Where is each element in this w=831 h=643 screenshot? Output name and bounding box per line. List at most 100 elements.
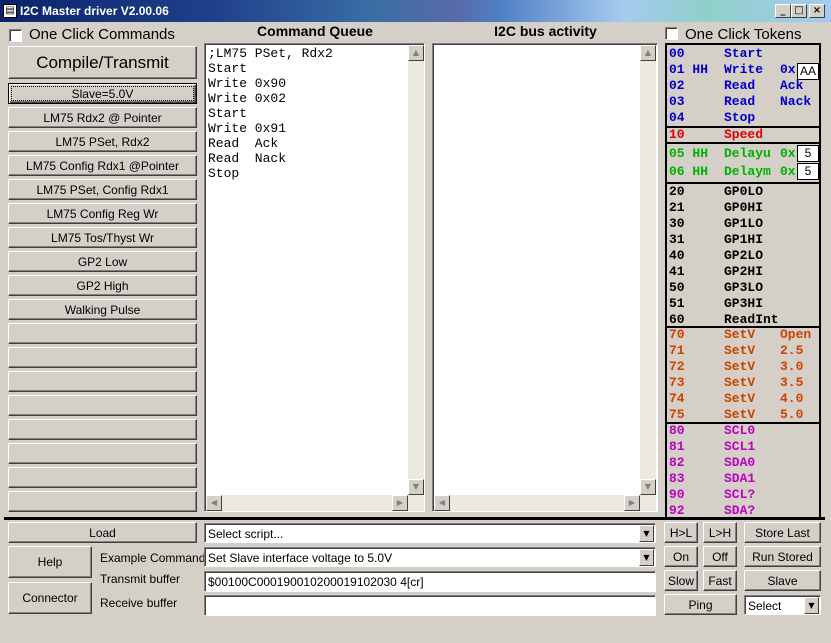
token-text[interactable]: GP3HI — [724, 296, 763, 312]
token-text[interactable]: SetV — [724, 343, 755, 359]
command-button[interactable]: Walking Pulse — [8, 299, 197, 320]
token-text[interactable]: 5.0 — [780, 407, 803, 423]
token-text[interactable]: 04 — [669, 110, 685, 126]
token-text[interactable]: 0x — [780, 62, 796, 78]
token-text[interactable]: SetV — [724, 359, 755, 375]
scroll-right-icon[interactable]: ▶ — [624, 495, 640, 511]
delay-value-input[interactable]: 5 — [797, 145, 819, 162]
token-text[interactable]: Nack — [780, 94, 811, 110]
token-text[interactable]: 83 — [669, 471, 685, 487]
token-text[interactable]: 03 — [669, 94, 685, 110]
command-button[interactable]: Slave=5.0V — [8, 83, 197, 104]
command-button[interactable]: LM75 Tos/Thyst Wr — [8, 227, 197, 248]
command-button[interactable]: LM75 PSet, Rdx2 — [8, 131, 197, 152]
token-text[interactable]: 3.0 — [780, 359, 803, 375]
token-text[interactable]: 21 — [669, 200, 685, 216]
token-text[interactable]: GP3LO — [724, 280, 763, 296]
chevron-down-icon[interactable]: ▼ — [639, 525, 654, 542]
token-text[interactable]: 82 — [669, 455, 685, 471]
token-text[interactable]: 30 — [669, 216, 685, 232]
token-text[interactable]: 50 — [669, 280, 685, 296]
token-text[interactable]: SetV — [724, 375, 755, 391]
token-text[interactable]: 05 HH — [669, 146, 708, 162]
close-button[interactable]: × — [809, 4, 825, 18]
token-text[interactable]: GP2LO — [724, 248, 763, 264]
token-text[interactable]: Delaym — [724, 164, 771, 180]
token-text[interactable]: 4.0 — [780, 391, 803, 407]
command-button[interactable] — [8, 443, 197, 464]
bus-vscrollbar[interactable]: ▲ ▼ — [640, 45, 656, 495]
token-text[interactable]: SCL0 — [724, 423, 755, 439]
command-button[interactable]: LM75 Config Reg Wr — [8, 203, 197, 224]
token-text[interactable]: 2.5 — [780, 343, 803, 359]
minimize-button[interactable]: _ — [775, 4, 791, 18]
script-select[interactable]: Select script... ▼ — [204, 523, 656, 543]
token-text[interactable]: Read — [724, 94, 755, 110]
token-text[interactable]: 00 — [669, 46, 685, 62]
app-icon[interactable]: ▤ — [3, 4, 17, 18]
select-dropdown[interactable]: Select ▼ — [744, 595, 821, 615]
token-text[interactable]: SetV — [724, 327, 755, 343]
command-button[interactable] — [8, 491, 197, 512]
token-text[interactable]: Ack — [780, 78, 803, 94]
connector-button[interactable]: Connector — [8, 582, 92, 614]
token-text[interactable]: 40 — [669, 248, 685, 264]
token-text[interactable]: 0x — [780, 146, 796, 162]
maximize-button[interactable]: □ — [791, 4, 807, 18]
command-button[interactable] — [8, 395, 197, 416]
command-button[interactable]: GP2 Low — [8, 251, 197, 272]
token-text[interactable]: 31 — [669, 232, 685, 248]
token-text[interactable]: 81 — [669, 439, 685, 455]
token-text[interactable]: GP1LO — [724, 216, 763, 232]
l-to-h-button[interactable]: L>H — [703, 522, 737, 543]
token-text[interactable]: 0x — [780, 164, 796, 180]
token-text[interactable]: SCL? — [724, 487, 755, 503]
token-text[interactable]: SCL1 — [724, 439, 755, 455]
token-text[interactable]: SetV — [724, 407, 755, 423]
token-text[interactable]: 90 — [669, 487, 685, 503]
token-text[interactable]: Write — [724, 62, 763, 78]
slow-button[interactable]: Slow — [664, 570, 698, 591]
token-text[interactable]: Speed — [724, 127, 763, 143]
compile-transmit-button[interactable]: Compile/Transmit — [8, 46, 197, 79]
token-text[interactable]: Delayu — [724, 146, 771, 162]
transmit-buffer-input[interactable]: $00100C000190010200019102030 4[cr] — [204, 571, 656, 592]
token-text[interactable]: 51 — [669, 296, 685, 312]
token-text[interactable]: Start — [724, 46, 763, 62]
command-button[interactable]: GP2 High — [8, 275, 197, 296]
token-text[interactable]: Read — [724, 78, 755, 94]
token-text[interactable]: GP1HI — [724, 232, 763, 248]
token-text[interactable]: 80 — [669, 423, 685, 439]
token-text[interactable]: 02 — [669, 78, 685, 94]
chevron-down-icon[interactable]: ▼ — [639, 549, 654, 566]
token-text[interactable]: GP0LO — [724, 184, 763, 200]
token-text[interactable]: 10 — [669, 127, 685, 143]
token-text[interactable]: 60 — [669, 312, 685, 328]
command-button[interactable]: LM75 PSet, Config Rdx1 — [8, 179, 197, 200]
token-text[interactable]: 71 — [669, 343, 685, 359]
scroll-up-icon[interactable]: ▲ — [640, 45, 656, 61]
one-click-tokens-checkbox[interactable] — [665, 27, 678, 40]
help-button[interactable]: Help — [8, 546, 92, 578]
chevron-down-icon[interactable]: ▼ — [804, 597, 819, 614]
token-text[interactable]: 75 — [669, 407, 685, 423]
token-text[interactable]: SetV — [724, 391, 755, 407]
scroll-left-icon[interactable]: ◀ — [434, 495, 450, 511]
scroll-up-icon[interactable]: ▲ — [408, 45, 424, 61]
token-text[interactable]: ReadInt — [724, 312, 779, 328]
slave-button[interactable]: Slave — [744, 570, 821, 591]
bus-hscrollbar[interactable]: ◀ ▶ — [434, 495, 656, 511]
token-text[interactable]: GP0HI — [724, 200, 763, 216]
run-stored-button[interactable]: Run Stored — [744, 546, 821, 567]
command-button[interactable] — [8, 371, 197, 392]
token-text[interactable]: 06 HH — [669, 164, 708, 180]
queue-hscrollbar[interactable]: ◀ ▶ — [206, 495, 424, 511]
scroll-right-icon[interactable]: ▶ — [392, 495, 408, 511]
token-text[interactable]: GP2HI — [724, 264, 763, 280]
command-button[interactable]: LM75 Rdx2 @ Pointer — [8, 107, 197, 128]
store-last-button[interactable]: Store Last — [744, 522, 821, 543]
queue-vscrollbar[interactable]: ▲ ▼ — [408, 45, 424, 495]
write-value-input[interactable]: AA — [797, 63, 819, 80]
command-button[interactable]: LM75 Config Rdx1 @Pointer — [8, 155, 197, 176]
command-button[interactable] — [8, 467, 197, 488]
